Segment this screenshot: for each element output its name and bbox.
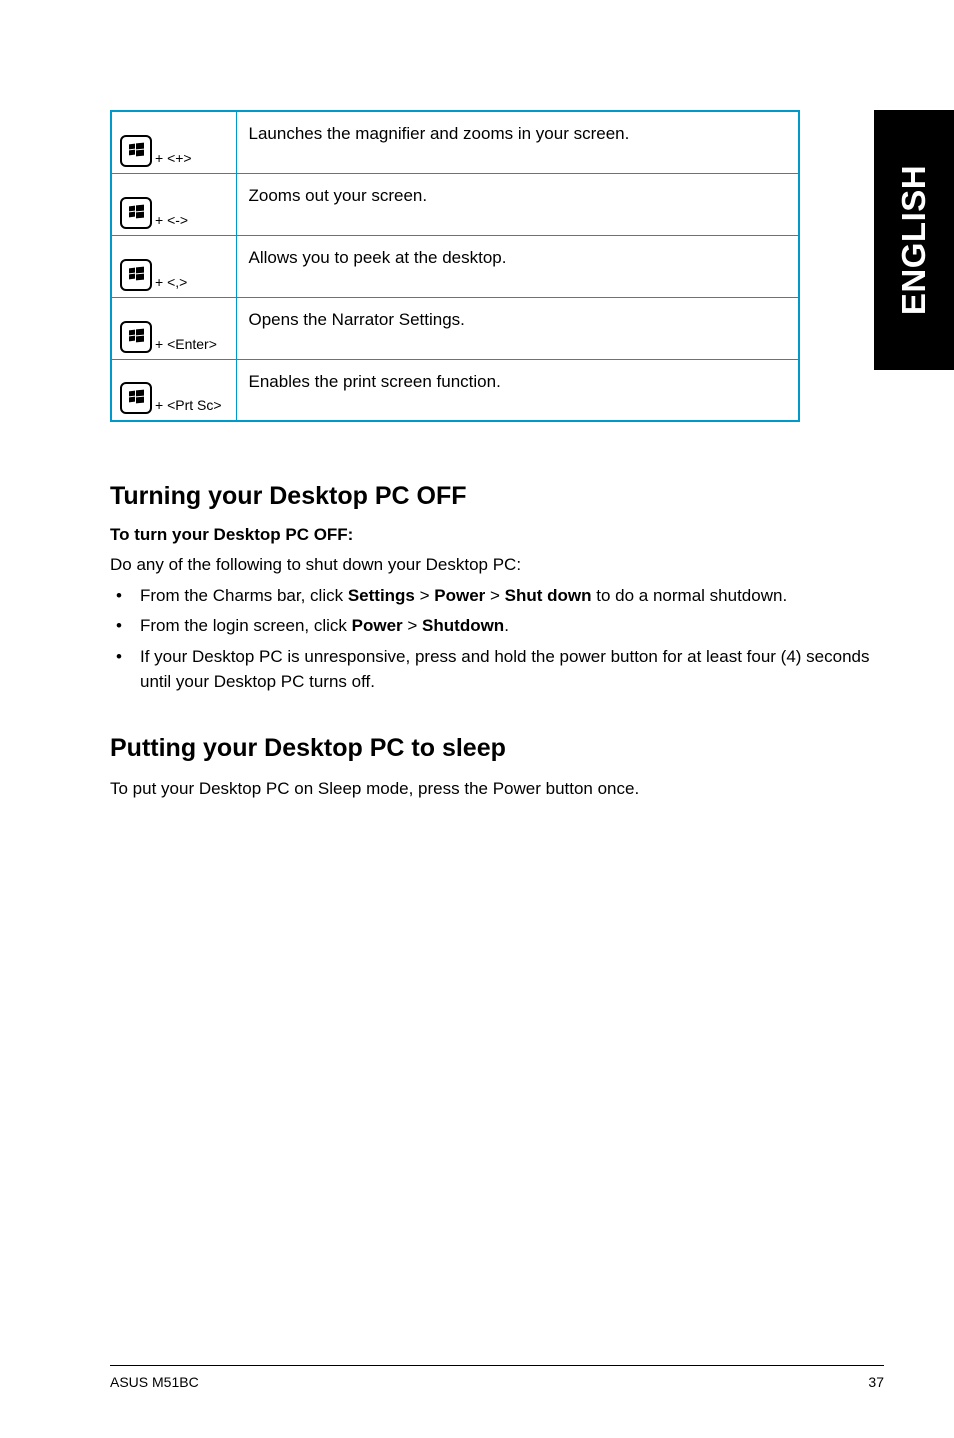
key-suffix: + <Prt Sc> — [155, 398, 222, 414]
footer-page-number: 37 — [868, 1374, 884, 1390]
shortcut-desc: Launches the magnifier and zooms in your… — [236, 111, 799, 173]
table-row: + <+> Launches the magnifier and zooms i… — [111, 111, 799, 173]
section-heading-sleep: Putting your Desktop PC to sleep — [110, 734, 894, 763]
shortcut-table: + <+> Launches the magnifier and zooms i… — [110, 110, 800, 422]
list-item: If your Desktop PC is unresponsive, pres… — [140, 645, 894, 694]
table-row: + <Prt Sc> Enables the print screen func… — [111, 359, 799, 421]
text: . — [504, 616, 509, 635]
shortcut-key-cell: + <Prt Sc> — [111, 359, 236, 421]
windows-key-icon — [120, 135, 152, 167]
key-suffix: + <+> — [155, 151, 192, 167]
table-row: + <-> Zooms out your screen. — [111, 173, 799, 235]
shortcut-desc: Zooms out your screen. — [236, 173, 799, 235]
table-row: + <,> Allows you to peek at the desktop. — [111, 235, 799, 297]
windows-key-icon — [120, 197, 152, 229]
section-heading-turn-off: Turning your Desktop PC OFF — [110, 482, 894, 511]
intro-text: Do any of the following to shut down you… — [110, 553, 894, 578]
text: If your Desktop PC is unresponsive, pres… — [140, 647, 870, 691]
bold-text: Power — [352, 616, 403, 635]
windows-key-icon — [120, 259, 152, 291]
bold-text: Power — [434, 586, 485, 605]
key-suffix: + <-> — [155, 213, 188, 229]
table-row: + <Enter> Opens the Narrator Settings. — [111, 297, 799, 359]
bold-text: Shut down — [505, 586, 592, 605]
text: > — [403, 616, 422, 635]
shortcut-desc: Enables the print screen function. — [236, 359, 799, 421]
bold-text: Shutdown — [422, 616, 504, 635]
text: From the login screen, click — [140, 616, 352, 635]
shortcut-key-cell: + <+> — [111, 111, 236, 173]
shortcut-desc: Allows you to peek at the desktop. — [236, 235, 799, 297]
footer-left: ASUS M51BC — [110, 1374, 199, 1390]
text: > — [415, 586, 434, 605]
text: > — [485, 586, 504, 605]
list-item: From the login screen, click Power > Shu… — [140, 614, 894, 639]
shortcut-key-cell: + <Enter> — [111, 297, 236, 359]
footer: ASUS M51BC 37 — [110, 1365, 884, 1390]
shortcut-key-cell: + <-> — [111, 173, 236, 235]
windows-key-icon — [120, 382, 152, 414]
shortcut-desc: Opens the Narrator Settings. — [236, 297, 799, 359]
list-item: From the Charms bar, click Settings > Po… — [140, 584, 894, 609]
text: to do a normal shutdown. — [592, 586, 788, 605]
key-suffix: + <Enter> — [155, 337, 217, 353]
bullet-list: From the Charms bar, click Settings > Po… — [110, 584, 894, 695]
body-text: To put your Desktop PC on Sleep mode, pr… — [110, 777, 894, 802]
shortcut-key-cell: + <,> — [111, 235, 236, 297]
key-suffix: + <,> — [155, 275, 187, 291]
subheading: To turn your Desktop PC OFF: — [110, 525, 894, 545]
bold-text: Settings — [348, 586, 415, 605]
windows-key-icon — [120, 321, 152, 353]
text: From the Charms bar, click — [140, 586, 348, 605]
